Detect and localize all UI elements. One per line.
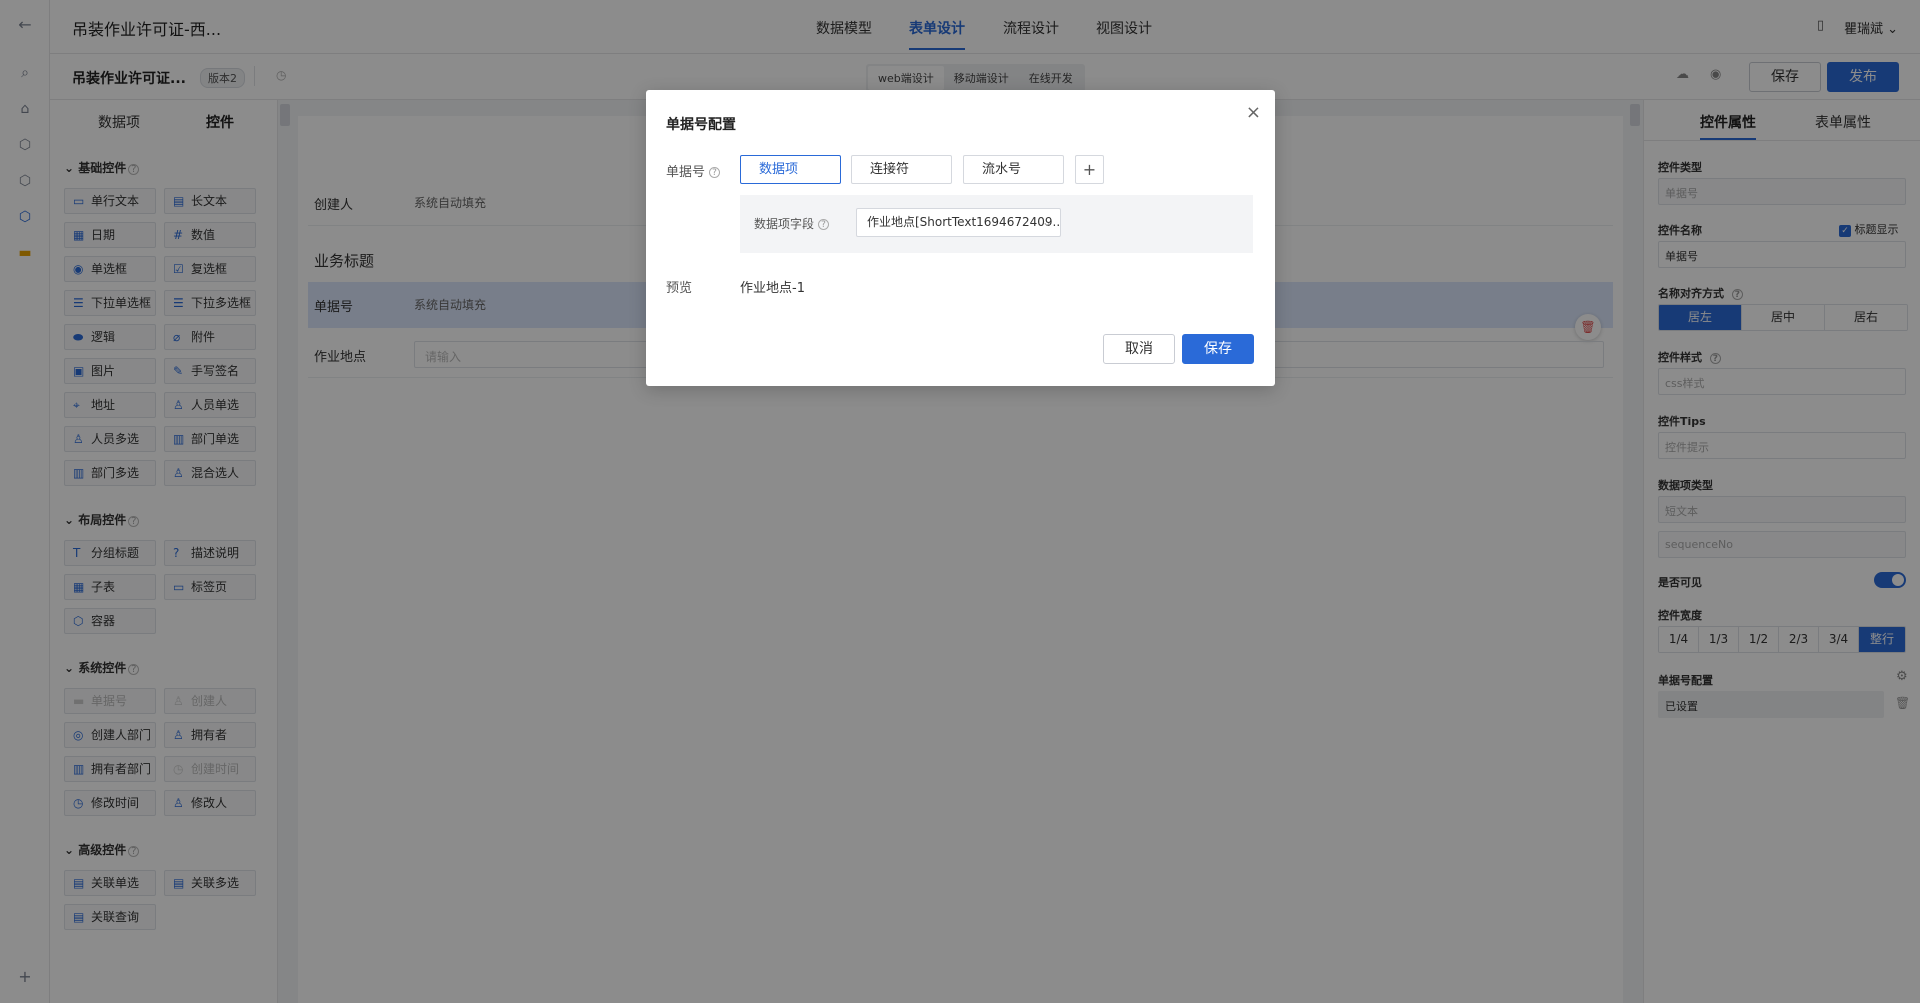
- add-segment-button[interactable]: +: [1075, 155, 1104, 184]
- doc-no-config-dialog: 单据号配置 × 单据号? 数据项 连接符 流水号 + 数据项字段? 作业地点[S…: [646, 90, 1275, 386]
- save-button[interactable]: 保存: [1182, 334, 1254, 364]
- close-icon[interactable]: ×: [1246, 102, 1261, 123]
- data-field-select[interactable]: 作业地点[ShortText1694672409... ⌄: [856, 208, 1061, 237]
- help-icon: ?: [818, 219, 830, 230]
- select-value: 作业地点[ShortText1694672409...: [867, 215, 1061, 229]
- preview-label: 预览: [666, 281, 693, 296]
- doc-no-label-text: 单据号: [666, 165, 706, 180]
- chip-data-item[interactable]: 数据项: [740, 155, 841, 184]
- chevron-down-icon: ⌄: [1041, 215, 1052, 229]
- cancel-button[interactable]: 取消: [1103, 334, 1175, 364]
- data-field-label: 数据项字段?: [754, 215, 830, 232]
- data-field-label-text: 数据项字段: [754, 217, 815, 231]
- data-field-config: 数据项字段? 作业地点[ShortText1694672409... ⌄: [740, 195, 1253, 253]
- chip-serial-no[interactable]: 流水号: [963, 155, 1064, 184]
- help-icon: ?: [709, 167, 721, 178]
- chip-connector[interactable]: 连接符: [851, 155, 952, 184]
- preview-value: 作业地点-1: [740, 281, 805, 296]
- doc-no-label: 单据号?: [666, 161, 721, 180]
- dialog-title: 单据号配置: [666, 117, 736, 133]
